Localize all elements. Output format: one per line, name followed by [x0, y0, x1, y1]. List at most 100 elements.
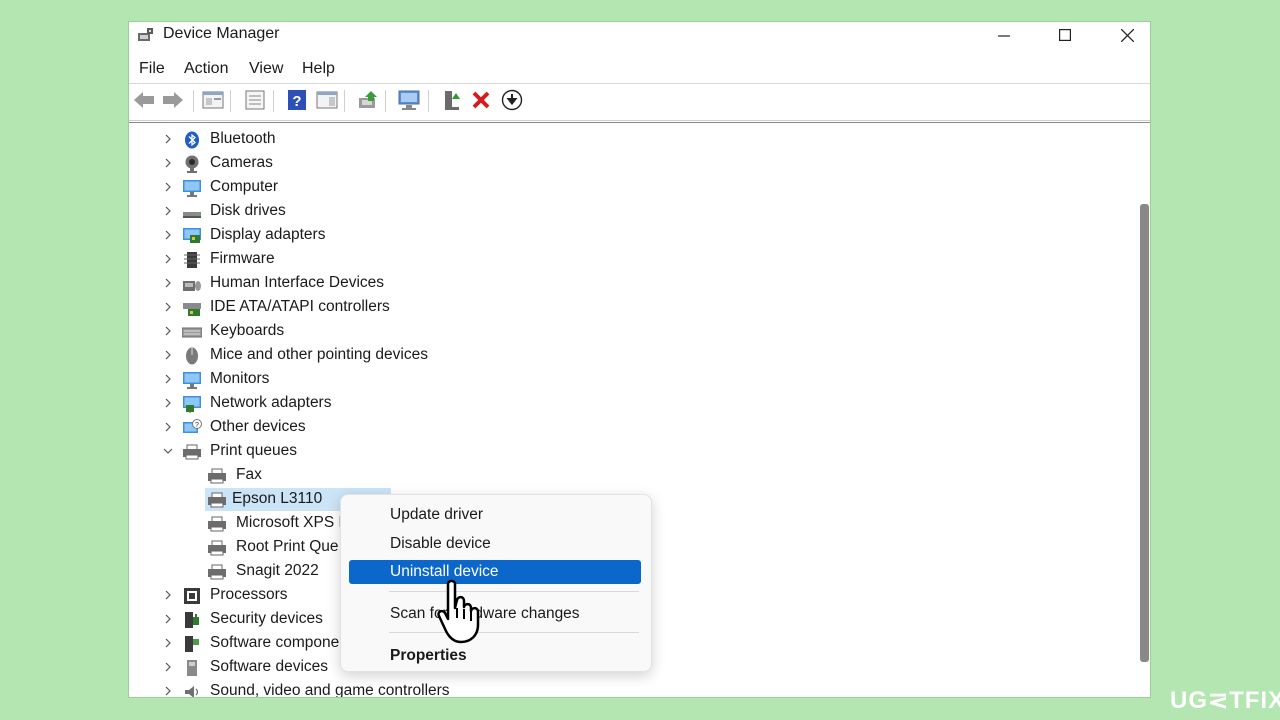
chevron-right-icon[interactable]	[162, 252, 174, 266]
tree-item-sound-video-game-controllers[interactable]: Sound, video and game controllers	[129, 680, 1129, 697]
software-component-icon	[185, 636, 199, 652]
bluetooth-icon	[185, 131, 199, 149]
tree-item-label: Sound, video and game controllers	[210, 682, 450, 697]
menu-item-disable-device[interactable]: Disable device	[349, 532, 641, 556]
download-circle-icon	[501, 89, 523, 111]
chevron-right-icon[interactable]	[162, 180, 174, 194]
chevron-down-icon[interactable]	[162, 444, 174, 458]
tree-item-human-interface-devices[interactable]: Human Interface Devices	[129, 272, 1129, 296]
tree-item-cameras[interactable]: Cameras	[129, 152, 1129, 176]
update-driver-button[interactable]	[356, 88, 380, 112]
enable-device-button[interactable]	[440, 88, 464, 112]
toolbar-separator	[385, 90, 386, 112]
tree-item-disk-drives[interactable]: Disk drives	[129, 200, 1129, 224]
tree-item-fax[interactable]: Fax	[129, 464, 1129, 488]
tree-item-label: Network adapters	[210, 394, 332, 411]
tree-item-other-devices[interactable]: ? Other devices	[129, 416, 1129, 440]
close-button[interactable]	[1104, 22, 1150, 48]
properties-toolbar-button[interactable]	[243, 88, 267, 112]
tree-item-label: Bluetooth	[210, 130, 276, 147]
mouse-icon	[186, 347, 198, 365]
menu-item-scan-hardware[interactable]: Scan for hardware changes	[349, 602, 641, 626]
disable-device-button[interactable]	[500, 88, 524, 112]
tree-item-label: Epson L3110	[232, 490, 323, 507]
chevron-right-icon[interactable]	[162, 300, 174, 314]
chevron-right-icon[interactable]	[162, 276, 174, 290]
printer-icon	[208, 540, 226, 556]
menu-view[interactable]: View	[249, 60, 283, 78]
chevron-right-icon[interactable]	[162, 420, 174, 434]
tree-item-ide-controllers[interactable]: IDE ATA/ATAPI controllers	[129, 296, 1129, 320]
menu-file[interactable]: File	[139, 60, 165, 78]
back-button[interactable]	[132, 88, 156, 112]
chevron-right-icon[interactable]	[162, 660, 174, 674]
title-bar[interactable]: Device Manager	[129, 22, 1150, 48]
show-hide-console-tree-button[interactable]	[201, 88, 225, 112]
tree-item-label: Other devices	[210, 418, 306, 435]
menu-action[interactable]: Action	[184, 60, 228, 78]
tree-item-label: Human Interface Devices	[210, 274, 385, 291]
tree-item-monitors[interactable]: Monitors	[129, 368, 1129, 392]
tree-item-label: Monitors	[210, 370, 270, 387]
hid-icon	[183, 281, 201, 291]
tree-item-mice[interactable]: Mice and other pointing devices	[129, 344, 1129, 368]
network-adapter-icon	[183, 396, 201, 413]
camera-icon	[185, 155, 199, 173]
chevron-right-icon[interactable]	[162, 348, 174, 362]
maximize-button[interactable]	[1042, 22, 1088, 48]
display-adapter-icon	[183, 228, 201, 243]
scrollbar-thumb[interactable]	[1140, 204, 1149, 662]
tree-item-firmware[interactable]: Firmware	[129, 248, 1129, 272]
tree-item-bluetooth[interactable]: Bluetooth	[129, 128, 1129, 152]
svg-text:?: ?	[292, 93, 301, 110]
svg-text:?: ?	[195, 422, 199, 429]
chevron-right-icon[interactable]	[162, 684, 174, 697]
disk-drive-icon	[183, 212, 201, 218]
forward-button[interactable]	[161, 88, 185, 112]
chevron-right-icon[interactable]	[162, 324, 174, 338]
tree-item-keyboards[interactable]: Keyboards	[129, 320, 1129, 344]
menu-help[interactable]: Help	[302, 60, 335, 78]
tree-item-network-adapters[interactable]: Network adapters	[129, 392, 1129, 416]
chevron-right-icon[interactable]	[162, 156, 174, 170]
minimize-button[interactable]	[981, 22, 1027, 48]
menu-item-uninstall-device[interactable]: Uninstall device	[349, 560, 641, 584]
processor-icon	[184, 588, 200, 604]
action-pane-button[interactable]	[315, 88, 339, 112]
toolbar-separator	[193, 90, 194, 112]
chevron-right-icon[interactable]	[162, 204, 174, 218]
menu-item-update-driver[interactable]: Update driver	[349, 503, 641, 527]
chevron-right-icon[interactable]	[162, 132, 174, 146]
chevron-right-icon[interactable]	[162, 612, 174, 626]
chevron-right-icon[interactable]	[162, 372, 174, 386]
vertical-scrollbar[interactable]	[1139, 124, 1150, 697]
firmware-icon	[184, 252, 200, 268]
menu-item-properties[interactable]: Properties	[349, 644, 641, 668]
uninstall-device-button[interactable]	[469, 88, 493, 112]
tree-item-label: Root Print Que	[236, 538, 339, 555]
minimize-icon	[998, 35, 1010, 37]
window-title: Device Manager	[163, 25, 280, 42]
tree-item-label: Microsoft XPS D	[236, 514, 350, 531]
help-button[interactable]: ?	[285, 88, 309, 112]
maximize-icon	[1059, 29, 1071, 41]
enable-device-icon	[445, 91, 460, 110]
tree-item-display-adapters[interactable]: Display adapters	[129, 224, 1129, 248]
chevron-right-icon[interactable]	[162, 636, 174, 650]
chevron-right-icon[interactable]	[162, 396, 174, 410]
menu-separator	[389, 632, 639, 633]
security-device-icon	[185, 612, 199, 628]
tree-item-label: Computer	[210, 178, 279, 195]
chevron-right-icon[interactable]	[162, 588, 174, 602]
menu-bar: File Action View Help	[129, 58, 1150, 82]
tree-item-print-queues[interactable]: Print queues	[129, 440, 1129, 464]
chevron-right-icon[interactable]	[162, 228, 174, 242]
scan-hardware-button[interactable]	[397, 88, 421, 112]
close-icon	[1120, 28, 1134, 42]
tree-item-label: Processors	[210, 586, 288, 603]
tree-item-label: Fax	[236, 466, 262, 483]
tree-item-computer[interactable]: Computer	[129, 176, 1129, 200]
computer-icon	[183, 180, 201, 197]
tree-item-label: IDE ATA/ATAPI controllers	[210, 298, 390, 315]
tree-item-label: Software compone	[210, 634, 340, 651]
